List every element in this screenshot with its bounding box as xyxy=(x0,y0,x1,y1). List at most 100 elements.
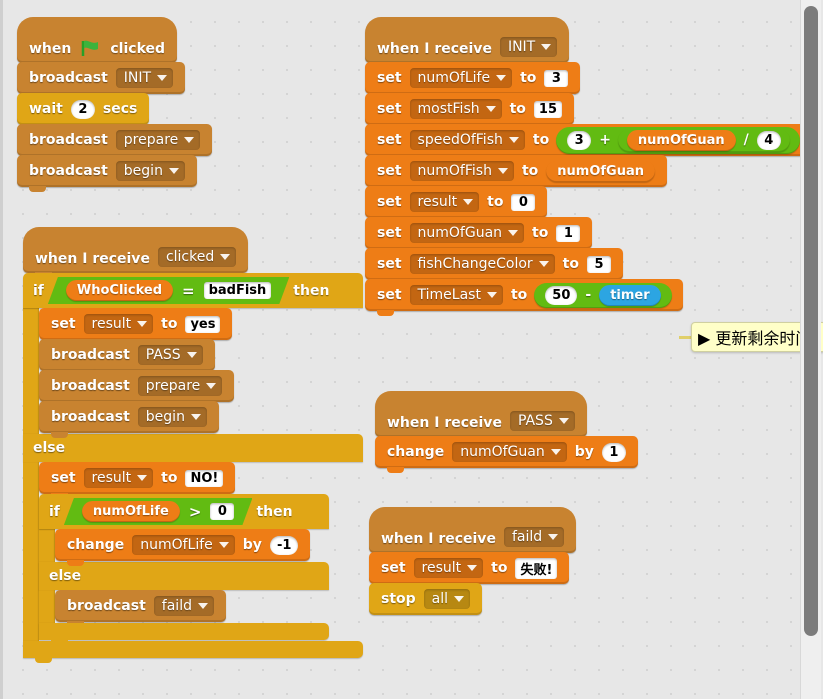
set-value-input[interactable]: yes xyxy=(185,315,221,333)
greater-than-boolean[interactable]: numOfLife > 0 xyxy=(64,498,253,525)
chevron-down-icon xyxy=(485,106,496,112)
broadcast-begin-block[interactable]: broadcast begin xyxy=(17,155,197,192)
vertical-scrollbar[interactable] xyxy=(800,0,821,699)
broadcast-message-dropdown[interactable]: faild xyxy=(153,596,214,616)
set-variable-dropdown[interactable]: result xyxy=(83,468,154,488)
hat-when-i-receive-init[interactable]: when I receive INIT xyxy=(365,17,570,68)
by-label: by xyxy=(242,537,262,553)
broadcast-message-dropdown[interactable]: INIT xyxy=(115,68,174,88)
set-speedoffish-block[interactable]: set speedOfFish to 3 + numOfGuan / 4 xyxy=(365,124,811,161)
hat-when-green-flag-clicked[interactable]: when clicked xyxy=(17,17,178,68)
hat-when-i-receive-faild[interactable]: when I receive faild xyxy=(369,507,577,558)
broadcast-message-dropdown[interactable]: prepare xyxy=(115,130,201,150)
set-value-input[interactable]: 1 xyxy=(556,224,581,242)
set-variable-dropdown[interactable]: result xyxy=(409,192,480,212)
set-result-yes-block[interactable]: set result to yes xyxy=(39,308,233,345)
set-variable-dropdown[interactable]: numOfGuan xyxy=(409,223,525,243)
set-value-input[interactable]: 0 xyxy=(511,193,536,211)
variable-numoflife[interactable]: numOfLife xyxy=(82,501,180,522)
wait-secs-block[interactable]: wait 2 secs xyxy=(17,93,150,130)
set-variable-dropdown[interactable]: numOfFish xyxy=(409,161,514,181)
set-variable-dropdown[interactable]: result xyxy=(83,314,154,334)
script-when-receive-clicked[interactable]: when I receive clicked if WhoClicked = b… xyxy=(23,227,363,663)
script-when-receive-faild[interactable]: when I receive faild set result to 失败! s… xyxy=(369,507,577,615)
set-variable-dropdown[interactable]: numOfLife xyxy=(409,68,513,88)
if-else-numoflife[interactable]: if numOfLife > 0 then change numOfLife b… xyxy=(39,494,329,645)
set-numofguan-block[interactable]: set numOfGuan to 1 xyxy=(365,217,593,254)
set-value-input[interactable]: 15 xyxy=(533,100,563,118)
set-result-faild-block[interactable]: set result to 失败! xyxy=(369,552,570,589)
broadcast-prepare-block[interactable]: broadcast prepare xyxy=(17,124,213,161)
broadcast-message-dropdown[interactable]: begin xyxy=(115,161,185,181)
set-variable-dropdown[interactable]: fishChangeColor xyxy=(409,254,555,274)
set-variable-dropdown[interactable]: speedOfFish xyxy=(409,130,525,150)
greater-than-right-input[interactable]: 0 xyxy=(210,503,234,520)
change-variable-dropdown[interactable]: numOfGuan xyxy=(452,442,567,462)
if-condition-bar[interactable]: if WhoClicked = badFish then xyxy=(23,273,363,308)
hat-when-i-receive-pass[interactable]: when I receive PASS xyxy=(375,391,587,442)
variable-whoclicked[interactable]: WhoClicked xyxy=(66,280,173,301)
hat-when-i-receive-clicked[interactable]: when I receive clicked xyxy=(23,227,249,278)
inner-if-condition-bar[interactable]: if numOfLife > 0 then xyxy=(39,494,329,529)
timer-reporter[interactable]: timer xyxy=(599,284,661,306)
change-variable-dropdown[interactable]: numOfLife xyxy=(132,535,235,555)
broadcast-faild-block[interactable]: broadcast faild xyxy=(55,590,226,627)
wait-label: wait xyxy=(29,101,63,117)
set-value-input[interactable]: NO! xyxy=(185,469,224,487)
broadcast-init-block[interactable]: broadcast INIT xyxy=(17,62,186,99)
script-when-receive-pass[interactable]: when I receive PASS change numOfGuan by … xyxy=(375,391,638,473)
broadcast-prepare-block[interactable]: broadcast prepare xyxy=(39,370,235,407)
change-amount-input[interactable]: -1 xyxy=(269,535,299,555)
equals-boolean[interactable]: WhoClicked = badFish xyxy=(48,277,289,304)
set-variable-dropdown[interactable]: mostFish xyxy=(409,99,502,119)
stop-all-block[interactable]: stop all xyxy=(369,583,483,615)
change-label: change xyxy=(67,537,125,553)
variable-numofguan[interactable]: numOfGuan xyxy=(626,129,736,151)
set-label: set xyxy=(377,70,402,86)
set-result-block[interactable]: set result to 0 xyxy=(365,186,548,223)
divide-right-input[interactable]: 4 xyxy=(756,130,781,150)
variable-numofguan[interactable]: numOfGuan xyxy=(546,160,655,182)
set-numoflife-block[interactable]: set numOfLife to 3 xyxy=(365,62,581,99)
receive-message-dropdown[interactable]: INIT xyxy=(499,37,558,57)
broadcast-message-dropdown[interactable]: prepare xyxy=(137,376,223,396)
broadcast-message-dropdown[interactable]: PASS xyxy=(137,345,203,365)
equals-right-input[interactable]: badFish xyxy=(204,282,272,299)
subtract-left-input[interactable]: 50 xyxy=(545,285,578,305)
set-numoffish-block[interactable]: set numOfFish to numOfGuan xyxy=(365,155,667,192)
script-green-flag[interactable]: when clicked broadcast INIT wait 2 secs … xyxy=(17,17,213,192)
when-label: when xyxy=(29,41,72,57)
change-numoflife-block[interactable]: change numOfLife by -1 xyxy=(55,529,311,566)
broadcast-message-dropdown[interactable]: begin xyxy=(137,407,207,427)
receive-message-dropdown[interactable]: PASS xyxy=(509,411,575,431)
wait-seconds-input[interactable]: 2 xyxy=(70,99,95,119)
set-variable-dropdown[interactable]: result xyxy=(413,558,484,578)
subtract-operator[interactable]: 50 - timer xyxy=(534,282,672,308)
broadcast-begin-block[interactable]: broadcast begin xyxy=(39,401,219,438)
change-numofguan-block[interactable]: change numOfGuan by 1 xyxy=(375,436,638,473)
vertical-scrollbar-thumb[interactable] xyxy=(804,6,818,636)
stop-option-dropdown[interactable]: all xyxy=(423,589,471,609)
set-value-input[interactable]: 失败! xyxy=(515,557,558,579)
broadcast-pass-block[interactable]: broadcast PASS xyxy=(39,339,215,376)
else-bar[interactable]: else xyxy=(23,434,363,462)
set-timelast-block[interactable]: set TimeLast to 50 - timer xyxy=(365,279,683,316)
inner-else-bar[interactable]: else xyxy=(39,562,329,590)
set-result-no-block[interactable]: set result to NO! xyxy=(39,462,236,499)
scripts-canvas[interactable]: when clicked broadcast INIT wait 2 secs … xyxy=(0,0,823,699)
receive-message-dropdown[interactable]: faild xyxy=(503,527,565,547)
set-value-input[interactable]: 5 xyxy=(586,255,611,273)
set-mostfish-block[interactable]: set mostFish to 15 xyxy=(365,93,575,130)
if-else-whoclicked[interactable]: if WhoClicked = badFish then set result xyxy=(23,273,363,663)
add-left-input[interactable]: 3 xyxy=(567,130,592,150)
receive-message-dropdown[interactable]: clicked xyxy=(157,247,237,267)
change-amount-input[interactable]: 1 xyxy=(601,442,626,462)
to-label: to xyxy=(562,256,579,272)
add-operator[interactable]: 3 + numOfGuan / 4 xyxy=(556,126,800,154)
set-variable-dropdown[interactable]: TimeLast xyxy=(409,285,503,305)
set-value-input[interactable]: 3 xyxy=(544,69,569,87)
script-when-receive-init[interactable]: when I receive INIT set numOfLife to 3 s… xyxy=(365,17,811,316)
to-label: to xyxy=(521,163,539,179)
set-fishchangecolor-block[interactable]: set fishChangeColor to 5 xyxy=(365,248,623,285)
divide-operator[interactable]: numOfGuan / 4 xyxy=(617,128,790,152)
